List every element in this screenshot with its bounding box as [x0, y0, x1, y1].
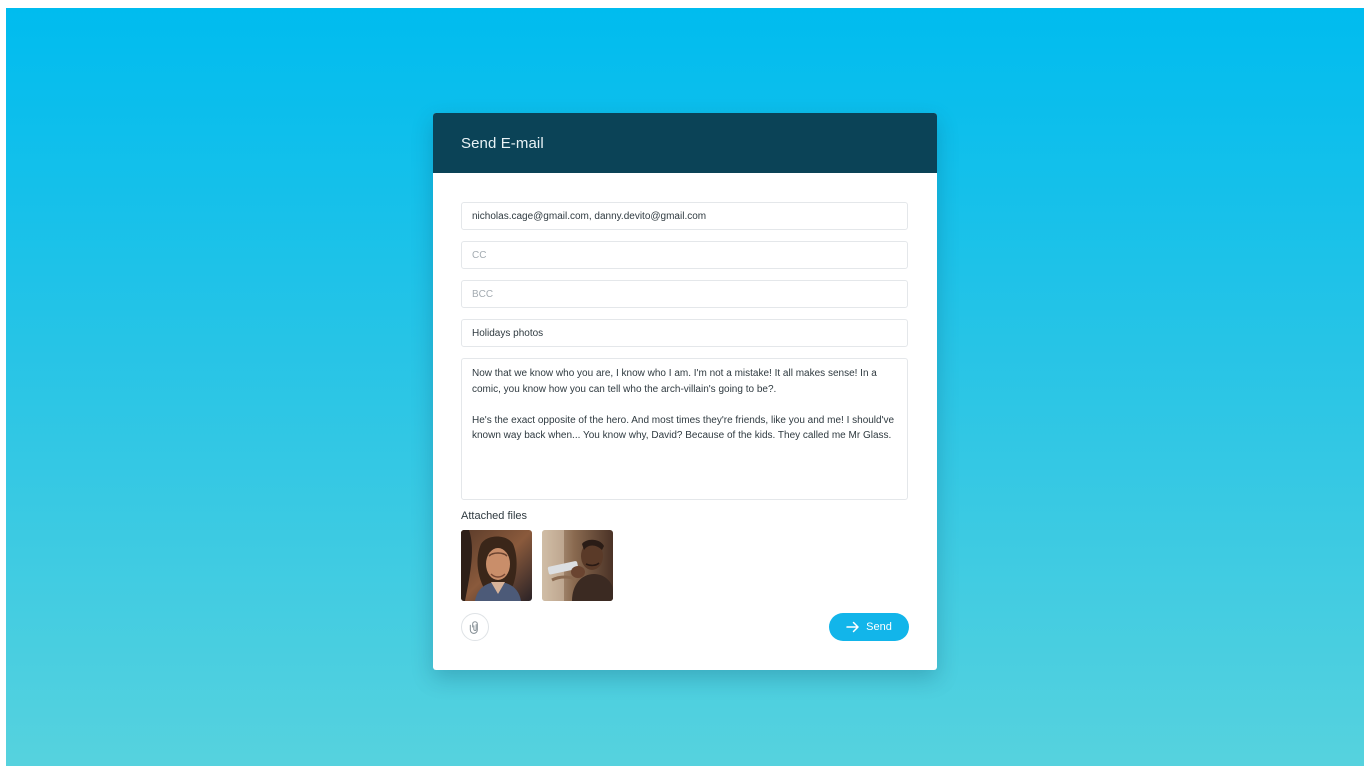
send-email-card: Send E-mail Now that we know who you are… [433, 113, 937, 670]
message-paragraph: Now that we know who you are, I know who… [472, 368, 877, 395]
message-body[interactable]: Now that we know who you are, I know who… [461, 358, 908, 500]
to-field[interactable] [461, 202, 908, 230]
attach-file-button[interactable] [461, 613, 489, 641]
email-form: Now that we know who you are, I know who… [433, 173, 937, 601]
attached-files-label: Attached files [461, 510, 528, 522]
card-header: Send E-mail [433, 113, 937, 173]
send-button-label: Send [866, 621, 892, 633]
bcc-field[interactable] [461, 280, 908, 308]
message-paragraph: He's the exact opposite of the hero. And… [472, 414, 895, 442]
subject-field[interactable] [461, 319, 908, 347]
arrow-right-icon [846, 621, 859, 633]
page-title: Send E-mail [461, 134, 544, 152]
attachments-list [461, 530, 909, 601]
attachment-thumbnail[interactable] [542, 530, 613, 601]
cc-field[interactable] [461, 241, 908, 269]
send-button[interactable]: Send [829, 613, 909, 641]
form-footer: Send [461, 612, 909, 642]
app-background: Send E-mail Now that we know who you are… [6, 8, 1364, 766]
paperclip-icon [469, 621, 478, 634]
attachment-thumbnail[interactable] [461, 530, 532, 601]
